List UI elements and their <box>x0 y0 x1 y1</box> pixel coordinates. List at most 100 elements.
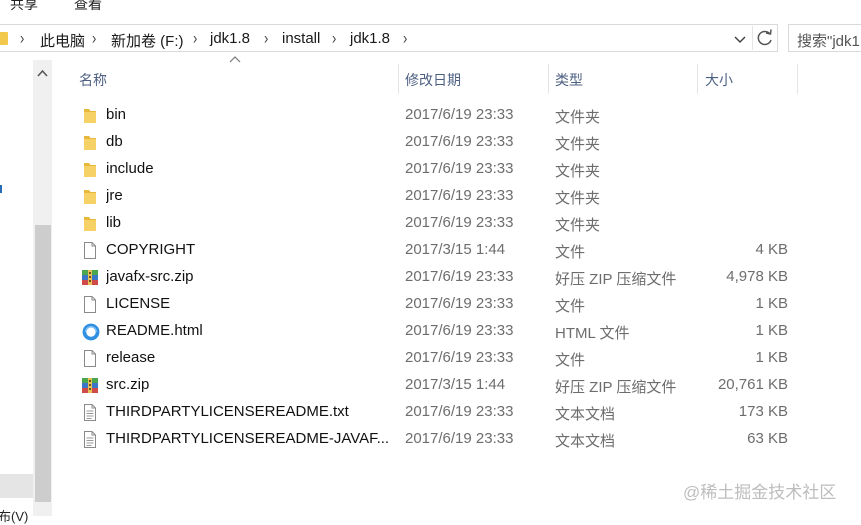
file-row[interactable]: THIRDPARTYLICENSEREADME.txt 2017/6/19 23:… <box>76 399 798 426</box>
column-divider[interactable] <box>398 64 399 94</box>
column-header-type[interactable]: 类型 <box>555 64 695 94</box>
nav-item-marker <box>0 185 2 193</box>
address-row: › 此电脑 › 新加卷 (F:) › jdk1.8 › install › jd… <box>0 24 861 54</box>
file-modified-date: 2017/6/19 23:33 <box>405 403 514 420</box>
file-size: 1 KB <box>755 295 788 312</box>
file-name: lib <box>106 214 122 231</box>
nav-item-selected[interactable] <box>0 474 33 498</box>
folder-icon <box>0 32 8 45</box>
file-row[interactable]: lib 2017/6/19 23:33 文件夹 <box>76 210 798 237</box>
file-row[interactable]: LICENSE 2017/6/19 23:33 文件 1 KB <box>76 291 798 318</box>
file-name: db <box>106 133 123 150</box>
file-modified-date: 2017/6/19 23:33 <box>405 187 514 204</box>
column-label-modified: 修改日期 <box>405 72 461 88</box>
breadcrumb-install[interactable]: install <box>282 30 320 47</box>
file-row[interactable]: javafx-src.zip 2017/6/19 23:33 好压 ZIP 压缩文件… <box>76 264 798 291</box>
file-icon <box>81 349 99 368</box>
file-size: 4 KB <box>755 241 788 258</box>
column-divider[interactable] <box>697 64 698 94</box>
file-modified-date: 2017/6/19 23:33 <box>405 349 514 366</box>
file-name: include <box>106 160 154 177</box>
zip-archive-icon <box>81 376 99 395</box>
file-name: jre <box>106 187 123 204</box>
refresh-icon[interactable] <box>752 26 777 50</box>
column-header-modified[interactable]: 修改日期 <box>405 64 545 94</box>
file-row[interactable]: db 2017/6/19 23:33 文件夹 <box>76 129 798 156</box>
file-size: 1 KB <box>755 322 788 339</box>
ribbon-tab-view[interactable]: 查看 <box>74 0 102 14</box>
file-row[interactable]: release 2017/6/19 23:33 文件 1 KB <box>76 345 798 372</box>
nav-scrollbar-thumb[interactable] <box>35 225 51 502</box>
search-placeholder: 搜索"jdk1.8" <box>797 33 861 50</box>
search-input[interactable]: 搜索"jdk1.8" <box>788 24 861 52</box>
file-row[interactable]: COPYRIGHT 2017/3/15 1:44 文件 4 KB <box>76 237 798 264</box>
breadcrumb-drive-f[interactable]: 新加卷 (F:) <box>111 30 184 51</box>
file-size: 63 KB <box>747 430 788 447</box>
address-bar[interactable]: › 此电脑 › 新加卷 (F:) › jdk1.8 › install › jd… <box>0 24 778 52</box>
file-type: 好压 ZIP 压缩文件 <box>555 271 677 288</box>
file-type: 文件 <box>555 244 586 261</box>
folder-icon <box>81 106 99 125</box>
breadcrumb-jdk18[interactable]: jdk1.8 <box>210 30 250 47</box>
column-header-size[interactable]: 大小 <box>705 64 795 94</box>
column-label-name: 名称 <box>79 72 107 88</box>
column-divider[interactable] <box>797 64 798 94</box>
file-row[interactable]: THIRDPARTYLICENSEREADME-JAVAF... 2017/6/1… <box>76 426 798 453</box>
breadcrumb-jdk18-current[interactable]: jdk1.8 <box>350 30 390 47</box>
file-modified-date: 2017/3/15 1:44 <box>405 376 506 393</box>
chevron-right-icon[interactable]: › <box>264 28 268 48</box>
breadcrumb-this-pc[interactable]: 此电脑 <box>40 30 85 51</box>
ribbon-tabs: 共享 查看 <box>0 0 861 16</box>
file-type: 文本文档 <box>555 433 616 450</box>
file-size: 20,761 KB <box>717 376 788 393</box>
file-size: 173 KB <box>738 403 788 420</box>
ribbon-tab-share[interactable]: 共享 <box>10 0 38 14</box>
file-modified-date: 2017/6/19 23:33 <box>405 430 514 447</box>
file-row[interactable]: src.zip 2017/3/15 1:44 好压 ZIP 压缩文件 20,761 K… <box>76 372 798 399</box>
column-header-name[interactable]: 名称 <box>79 64 397 94</box>
file-modified-date: 2017/6/19 23:33 <box>405 214 514 231</box>
file-size: 1 KB <box>755 349 788 366</box>
file-type: 文本文档 <box>555 406 616 423</box>
file-modified-date: 2017/6/19 23:33 <box>405 106 514 123</box>
file-type: 文件 <box>555 352 586 369</box>
file-modified-date: 2017/6/19 23:33 <box>405 295 514 312</box>
chevron-right-icon[interactable]: › <box>92 28 96 48</box>
file-name: src.zip <box>106 376 150 393</box>
column-label-size: 大小 <box>705 72 733 88</box>
file-row[interactable]: include 2017/6/19 23:33 文件夹 <box>76 156 798 183</box>
chevron-down-icon[interactable] <box>730 29 750 49</box>
file-row[interactable]: jre 2017/6/19 23:33 文件夹 <box>76 183 798 210</box>
column-divider[interactable] <box>548 64 549 94</box>
chevron-right-icon[interactable]: › <box>403 28 407 48</box>
chevron-right-icon[interactable]: › <box>193 28 197 48</box>
file-icon <box>81 241 99 260</box>
file-name: release <box>106 349 156 366</box>
file-icon <box>81 295 99 314</box>
text-document-icon <box>81 403 99 422</box>
file-name: javafx-src.zip <box>106 268 194 285</box>
file-name: bin <box>106 106 127 123</box>
file-modified-date: 2017/3/15 1:44 <box>405 241 506 258</box>
column-label-type: 类型 <box>555 72 583 88</box>
scroll-up-icon[interactable] <box>33 64 52 84</box>
file-type: HTML 文件 <box>555 325 630 342</box>
file-type: 文件 <box>555 298 586 315</box>
chevron-right-icon[interactable]: › <box>332 28 336 48</box>
zip-archive-icon <box>81 268 99 287</box>
file-size: 4,978 KB <box>726 268 788 285</box>
file-name: README.html <box>106 322 203 339</box>
file-row[interactable]: bin 2017/6/19 23:33 文件夹 <box>76 102 798 129</box>
folder-icon <box>81 133 99 152</box>
text-document-icon <box>81 430 99 449</box>
file-modified-date: 2017/6/19 23:33 <box>405 160 514 177</box>
file-name: THIRDPARTYLICENSEREADME.txt <box>106 403 349 420</box>
file-row[interactable]: README.html 2017/6/19 23:33 HTML 文件 1 KB <box>76 318 798 345</box>
file-name: LICENSE <box>106 295 171 312</box>
folder-icon <box>81 214 99 233</box>
browser-html-icon <box>81 322 100 341</box>
folder-icon <box>81 160 99 179</box>
chevron-right-icon[interactable]: › <box>20 28 24 48</box>
file-type: 好压 ZIP 压缩文件 <box>555 379 677 396</box>
file-name: THIRDPARTYLICENSEREADME-JAVAF... <box>106 430 388 447</box>
